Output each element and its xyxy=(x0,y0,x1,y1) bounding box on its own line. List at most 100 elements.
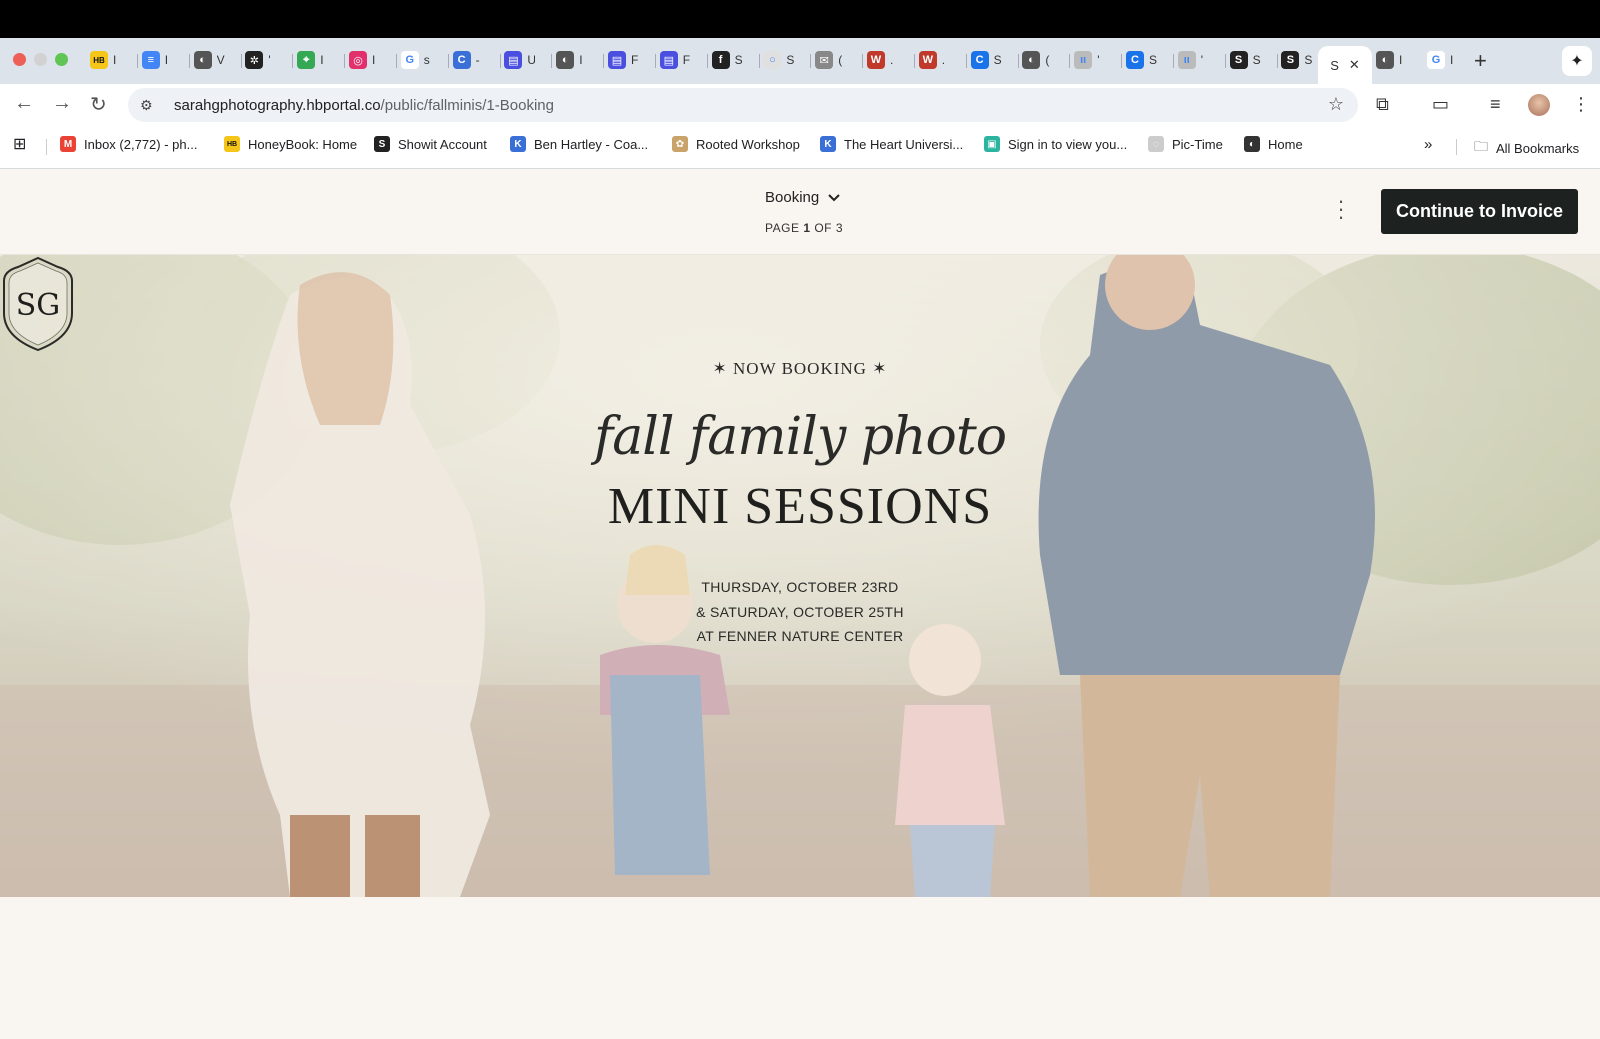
browser-tab[interactable]: ◐( xyxy=(1022,48,1053,72)
tab-label: S xyxy=(786,53,795,67)
tab-label: . xyxy=(890,53,894,67)
browser-tab[interactable]: ιι ' xyxy=(1074,48,1105,72)
browser-tab[interactable]: ◐ I xyxy=(556,48,587,72)
bookmark-item[interactable]: S Showit Account xyxy=(374,136,487,152)
bookmark-item[interactable]: HB HoneyBook: Home xyxy=(224,136,357,152)
profile-avatar[interactable] xyxy=(1528,94,1550,116)
browser-tab[interactable]: GI xyxy=(1427,48,1458,72)
browser-tab[interactable]: fS xyxy=(711,48,743,72)
tab-label: I xyxy=(372,53,376,67)
page-indicator: PAGE 1 OF 3 xyxy=(765,221,844,235)
browser-tab[interactable]: HB I xyxy=(90,48,121,72)
browser-tab[interactable]: ◐ V xyxy=(193,48,225,72)
site-settings-icon[interactable]: ⚙ xyxy=(140,97,160,114)
tab-separator xyxy=(188,54,190,68)
chrome-menu-icon[interactable]: ⋮ xyxy=(1572,94,1590,115)
more-bookmarks-icon[interactable]: » xyxy=(1424,136,1432,153)
browser-tab[interactable]: C- xyxy=(452,48,484,72)
bookmark-star-icon[interactable]: ☆ xyxy=(1328,94,1344,115)
minimize-window-button[interactable] xyxy=(34,53,47,66)
toolbar: ← → ↻ ⚙ sarahgphotography.hbportal.co/pu… xyxy=(0,84,1600,126)
browser-tab[interactable]: W. xyxy=(918,48,950,72)
tab-label: I xyxy=(579,53,583,67)
more-options-icon[interactable]: · · · xyxy=(1336,190,1346,228)
google-icon: G xyxy=(400,51,419,69)
tab-label: I xyxy=(1399,53,1403,67)
screen-search-icon[interactable]: ▭ xyxy=(1432,94,1449,115)
session-date-line-2: & SATURDAY, OCTOBER 25TH xyxy=(696,604,904,620)
forward-arrow-icon[interactable]: → xyxy=(52,92,72,115)
browser-tab[interactable]: ≡ I xyxy=(141,48,173,72)
browser-tab[interactable]: ιι ' xyxy=(1177,48,1209,72)
browser-tab[interactable]: ✲ ' xyxy=(245,48,276,72)
continue-to-invoice-button[interactable]: Continue to Invoice xyxy=(1381,189,1578,234)
browser-tab[interactable]: ◎ I xyxy=(349,48,380,72)
kajabi-icon: K xyxy=(510,136,526,152)
tab-separator xyxy=(862,54,864,68)
c-icon: C xyxy=(452,51,471,69)
tab-label: ' xyxy=(268,53,271,67)
chevron-down-icon xyxy=(828,193,840,201)
tab-separator xyxy=(1173,54,1174,68)
gemini-icon[interactable]: ✦ xyxy=(1562,46,1592,76)
close-window-button[interactable] xyxy=(13,53,26,66)
bookmark-item[interactable]: ✿ Rooted Workshop xyxy=(672,136,800,152)
page-selector-dropdown[interactable]: Booking xyxy=(765,189,841,206)
tab-separator xyxy=(1069,54,1071,68)
browser-tab[interactable]: ✉( xyxy=(815,48,846,72)
tab-label: F xyxy=(631,53,639,67)
session-date-line-1: THURSDAY, OCTOBER 23RD xyxy=(701,579,899,595)
crest-letters: SG xyxy=(16,288,61,323)
tab-separator xyxy=(758,54,760,68)
tab-active[interactable]: S ✕ xyxy=(1318,46,1372,84)
globe-icon: ◐ xyxy=(556,51,575,69)
bookmark-item[interactable]: M Inbox (2,772) - ph... xyxy=(60,136,197,152)
tab-label: F xyxy=(682,53,691,67)
browser-tab[interactable]: ▤ U xyxy=(504,48,535,72)
maximize-window-button[interactable] xyxy=(55,53,68,66)
signin-icon: ▣ xyxy=(984,136,1000,152)
tab-separator xyxy=(137,54,138,68)
browser-tab[interactable]: ▤ F xyxy=(659,48,691,72)
bookmark-item[interactable]: ◌ Pic-Time xyxy=(1148,136,1223,152)
tab-separator xyxy=(292,54,294,68)
media-control-icon[interactable]: ≡ xyxy=(1490,94,1501,115)
close-tab-icon[interactable]: ✕ xyxy=(1349,57,1360,73)
tab-label: ( xyxy=(838,53,843,67)
bookmark-divider xyxy=(46,139,47,155)
browser-tab[interactable]: ○ S xyxy=(763,48,794,72)
tab-separator xyxy=(1224,54,1226,68)
script-title: fall family photo xyxy=(593,407,1007,467)
reload-icon[interactable]: ↻ xyxy=(90,92,107,117)
bookmark-item[interactable]: K Ben Hartley - Coa... xyxy=(510,136,648,152)
browser-tab[interactable]: SS xyxy=(1281,48,1312,72)
w-icon: W xyxy=(867,51,885,69)
browser-tab[interactable]: CS xyxy=(1126,48,1157,72)
w-icon: W xyxy=(918,51,937,69)
globe-icon: ◐ xyxy=(1022,51,1041,69)
bookmark-item[interactable]: K The Heart Universi... xyxy=(820,136,963,152)
bookmark-item[interactable]: ▣ Sign in to view you... xyxy=(984,136,1127,152)
browser-tab[interactable]: Gs xyxy=(400,48,432,72)
c-icon: C xyxy=(970,51,989,69)
tab-label: S xyxy=(734,53,743,67)
new-tab-button[interactable]: + xyxy=(1474,48,1487,74)
instagram-icon: ◎ xyxy=(349,51,367,69)
browser-tab[interactable]: SS xyxy=(1229,48,1261,72)
extensions-icon[interactable]: ⧉ xyxy=(1376,94,1389,115)
rooted-icon: ✿ xyxy=(672,136,688,152)
tab-separator xyxy=(1017,54,1019,68)
all-bookmarks-button[interactable]: 🗀 All Bookmarks xyxy=(1474,136,1579,160)
browser-tab[interactable]: ◐ I xyxy=(1376,48,1407,72)
bookmark-label: Pic-Time xyxy=(1172,136,1223,152)
browser-tab[interactable]: ▤ F xyxy=(608,48,639,72)
browser-tab[interactable]: W. xyxy=(867,48,898,72)
browser-tab[interactable]: ⌖ I xyxy=(297,48,328,72)
apps-grid-icon[interactable]: ⊞ xyxy=(13,134,26,154)
back-arrow-icon[interactable]: ← xyxy=(14,92,34,115)
browser-tab[interactable]: CS xyxy=(970,48,1002,72)
address-bar[interactable]: ⚙ sarahgphotography.hbportal.co/public/f… xyxy=(128,88,1358,122)
printer-icon: ▤ xyxy=(659,51,678,69)
bookmark-item[interactable]: ◐ Home xyxy=(1244,136,1303,152)
tab-label: S xyxy=(1149,53,1157,67)
